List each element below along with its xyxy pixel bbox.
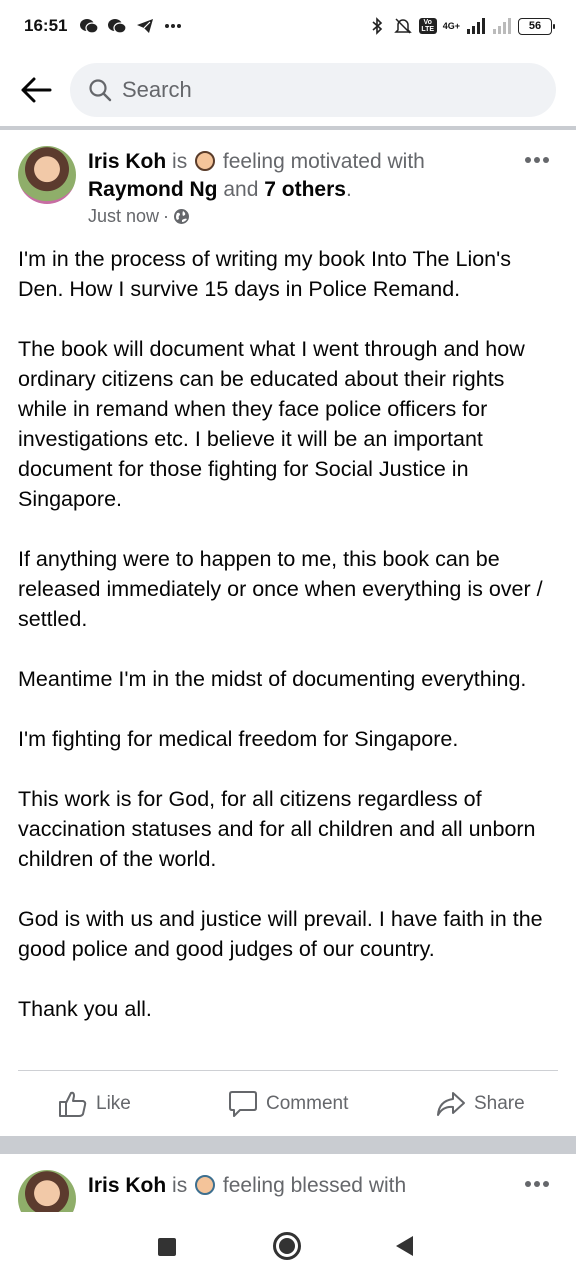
post: Iris Koh is feeling motivated with Raymo…: [0, 130, 576, 1117]
status-time: 16:51: [24, 16, 68, 35]
post-paragraph: This work is for God, for all citizens r…: [18, 787, 536, 871]
share-icon: [437, 1092, 465, 1116]
action-bar: Like Comment Share: [0, 1080, 576, 1128]
recents-button[interactable]: [158, 1238, 176, 1256]
feeling-text: feeling blessed with: [222, 1174, 407, 1197]
comment-label: Comment: [266, 1093, 349, 1114]
thumbs-up-icon: [59, 1091, 87, 1117]
signal-icon: [467, 18, 485, 34]
verb-text: is: [172, 1174, 188, 1197]
post-paragraph: God is with us and justice will prevail.…: [18, 907, 543, 961]
volte-icon: Vo LTE: [418, 18, 437, 34]
post-2-header: Iris Koh is feeling blessed with: [0, 1154, 576, 1212]
comment-icon: [229, 1091, 257, 1117]
post-separator: [0, 1136, 576, 1154]
post-time[interactable]: Just now: [88, 206, 159, 227]
more-notifications-icon: [165, 24, 182, 28]
author-name[interactable]: Iris Koh: [88, 150, 166, 173]
period-text: .: [345, 178, 352, 201]
share-label: Share: [474, 1093, 525, 1114]
search-box[interactable]: [70, 63, 556, 117]
action-divider: [18, 1070, 558, 1071]
post-2: Iris Koh is feeling blessed with: [0, 1154, 576, 1212]
bluetooth-icon: [372, 17, 382, 35]
network-type: 4G+: [442, 20, 460, 31]
globe-icon: [174, 209, 190, 224]
search-input[interactable]: [122, 77, 502, 103]
feeling-text: feeling motivated with: [222, 150, 425, 173]
author-name[interactable]: Iris Koh: [88, 1174, 166, 1197]
telegram-icon: [137, 19, 154, 33]
like-button[interactable]: Like: [58, 1090, 131, 1118]
status-right: Vo LTE 4G+ 56: [367, 17, 555, 35]
wechat-icon: [80, 19, 100, 34]
arrow-left-icon: [21, 77, 52, 103]
avatar[interactable]: [18, 146, 76, 204]
post-paragraph: I'm fighting for medical freedom for Sin…: [18, 727, 459, 751]
post-paragraph: Thank you all.: [18, 997, 152, 1021]
others-link[interactable]: 7 others: [264, 178, 346, 201]
status-bar: 16:51 Vo LTE 4G+ 56: [0, 0, 576, 52]
motivated-emoji-icon: [195, 151, 216, 171]
system-nav-bar: [0, 1212, 576, 1280]
more-options-button[interactable]: [524, 1176, 550, 1188]
wechat-icon: [108, 19, 128, 34]
post-paragraph: If anything were to happen to me, this b…: [18, 547, 543, 631]
app-header: [0, 52, 576, 128]
post-paragraph: Meantime I'm in the midst of documenting…: [18, 667, 527, 691]
more-horizontal-icon: [525, 1181, 549, 1187]
post-body: I'm in the process of writing my book In…: [0, 238, 576, 1024]
post-2-title: Iris Koh is feeling blessed with: [88, 1170, 406, 1212]
post-header-text: Iris Koh is feeling motivated with Raymo…: [88, 146, 425, 238]
avatar[interactable]: [18, 1170, 76, 1212]
post-paragraph: I'm in the process of writing my book In…: [18, 247, 511, 301]
home-button[interactable]: [273, 1232, 301, 1260]
share-button[interactable]: Share: [436, 1090, 525, 1118]
verb-text: is: [172, 150, 188, 173]
like-label: Like: [96, 1093, 131, 1114]
more-horizontal-icon: [525, 157, 549, 163]
bell-muted-icon: [393, 18, 412, 34]
battery-icon: 56: [518, 17, 555, 35]
status-left: 16:51: [24, 16, 183, 36]
post-paragraph: The book will document what I went throu…: [18, 337, 525, 511]
signal-weak-icon: [493, 18, 511, 34]
tagged-name[interactable]: Raymond Ng: [88, 178, 218, 201]
comment-button[interactable]: Comment: [228, 1090, 348, 1118]
blessed-emoji-icon: [195, 1175, 216, 1195]
more-options-button[interactable]: [524, 152, 550, 164]
post-header: Iris Koh is feeling motivated with Raymo…: [0, 130, 576, 238]
and-text: and: [223, 178, 259, 201]
post-meta: Just now ·: [88, 206, 425, 227]
back-button[interactable]: [16, 70, 56, 110]
back-nav-button[interactable]: [396, 1236, 413, 1256]
search-icon: [89, 79, 112, 102]
meta-separator: ·: [163, 206, 170, 226]
post-title: Iris Koh is feeling motivated with Raymo…: [88, 146, 425, 204]
